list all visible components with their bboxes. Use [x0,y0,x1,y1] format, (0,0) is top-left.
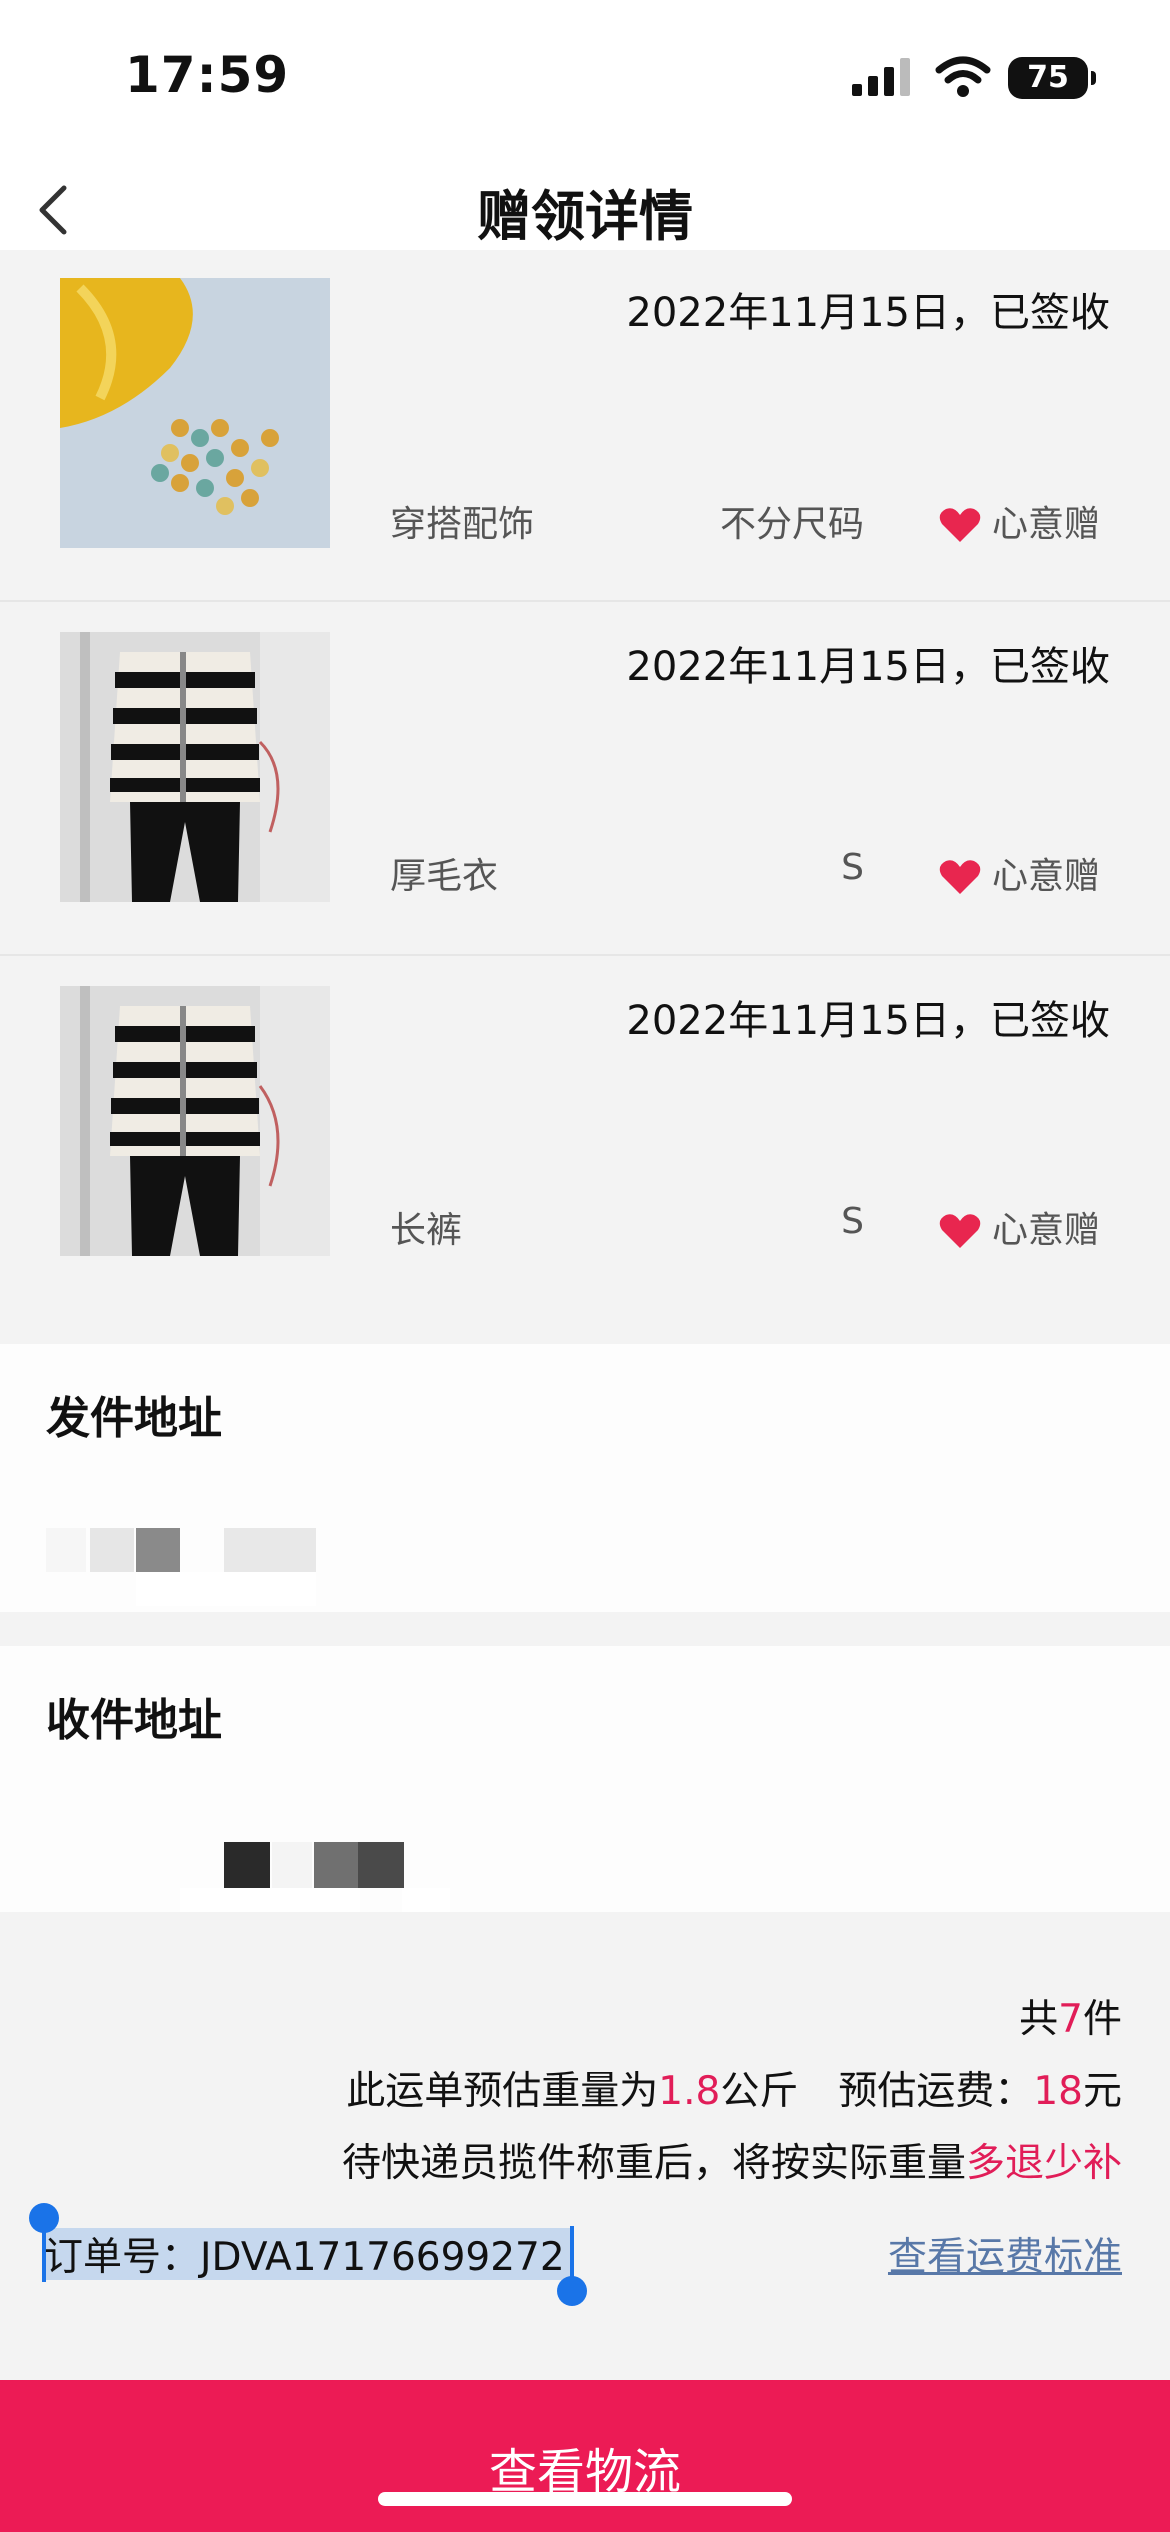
redacted-address [46,1528,86,1572]
heart-icon [939,508,981,542]
redacted-address [224,1842,270,1888]
redacted-address [136,1572,316,1606]
wifi-icon [935,56,991,97]
gift-tag: 心意赠 [938,847,1100,899]
item-size: S [841,847,864,888]
redacted-address [314,1842,358,1888]
redacted-address [136,1528,180,1572]
redacted-address [90,1528,134,1572]
redacted-address [180,1888,360,1912]
gift-tag: 心意赠 [938,495,1100,547]
fee-prefix: 预估运费： [838,2069,1034,2114]
item-count-value: 7 [1058,1997,1083,2042]
weight-note-text: 待快递员揽件称重后，将按实际重量 [341,2141,966,2186]
heart-icon [939,1214,981,1248]
redacted-address [358,1842,404,1888]
item-date: 2022年11月15日，已签收 [626,290,1110,336]
view-logistics-button[interactable]: 查看物流 [0,2380,1170,2532]
gift-item[interactable]: 2022年11月15日，已签收 厚毛衣 S 心意赠 [0,602,1170,956]
item-count-prefix: 共 [1019,1997,1059,2042]
gift-item[interactable]: 2022年11月15日，已签收 长裤 S 心意赠 [0,956,1170,1342]
fee-value: 18 [1033,2069,1083,2114]
item-count-suffix: 件 [1082,1997,1122,2042]
sender-address-title: 发件地址 [46,1393,222,1444]
redacted-address [224,1528,316,1572]
item-category: 穿搭配饰 [390,504,535,545]
battery-indicator: 75 [1008,57,1096,99]
cellular-signal-icon [852,58,910,96]
product-image-sweater [60,632,330,902]
item-date: 2022年11月15日，已签收 [626,998,1110,1044]
freight-standard-link[interactable]: 查看运费标准 [888,2226,1122,2282]
item-size: S [841,1201,864,1242]
gift-tag-label: 心意赠 [991,504,1100,545]
item-size: 不分尺码 [719,504,864,545]
product-image-accessory [60,278,330,548]
weight-note: 待快递员揽件称重后，将按实际重量多退少补 [342,2132,1122,2188]
sender-address-card[interactable]: 发件地址 [0,1344,1170,1612]
heart-icon [939,860,981,894]
redacted-address [272,1842,312,1888]
receiver-address-title: 收件地址 [46,1695,222,1746]
receiver-address-card[interactable]: 收件地址 [0,1646,1170,1912]
item-count: 共7件 [1019,1988,1122,2044]
product-image-pants [60,986,330,1256]
weight-note-highlight: 多退少补 [965,2141,1122,2186]
status-bar: 17:59 75 [0,0,1170,150]
weight-unit: 公斤 [720,2069,799,2114]
gift-tag-label: 心意赠 [991,856,1100,897]
gift-tag: 心意赠 [938,1201,1100,1253]
weight-fee-line: 此运单预估重量为1.8公斤 预估运费：18元 [346,2060,1122,2116]
weight-prefix: 此运单预估重量为 [346,2069,659,2114]
gift-item[interactable]: 2022年11月15日，已签收 穿搭配饰 不分尺码 心意赠 [0,250,1170,602]
status-time: 17:59 [125,46,290,104]
item-category: 长裤 [390,1210,463,1251]
redacted-address [402,1888,450,1912]
gift-tag-label: 心意赠 [991,1210,1100,1251]
order-number[interactable]: 订单号：JDVA17176699272 [44,2226,565,2282]
page-title: 赠领详情 [477,185,693,248]
fee-unit: 元 [1082,2069,1122,2114]
weight-value: 1.8 [658,2069,721,2114]
item-date: 2022年11月15日，已签收 [626,644,1110,690]
home-indicator[interactable] [378,2492,792,2506]
item-category: 厚毛衣 [390,856,499,897]
